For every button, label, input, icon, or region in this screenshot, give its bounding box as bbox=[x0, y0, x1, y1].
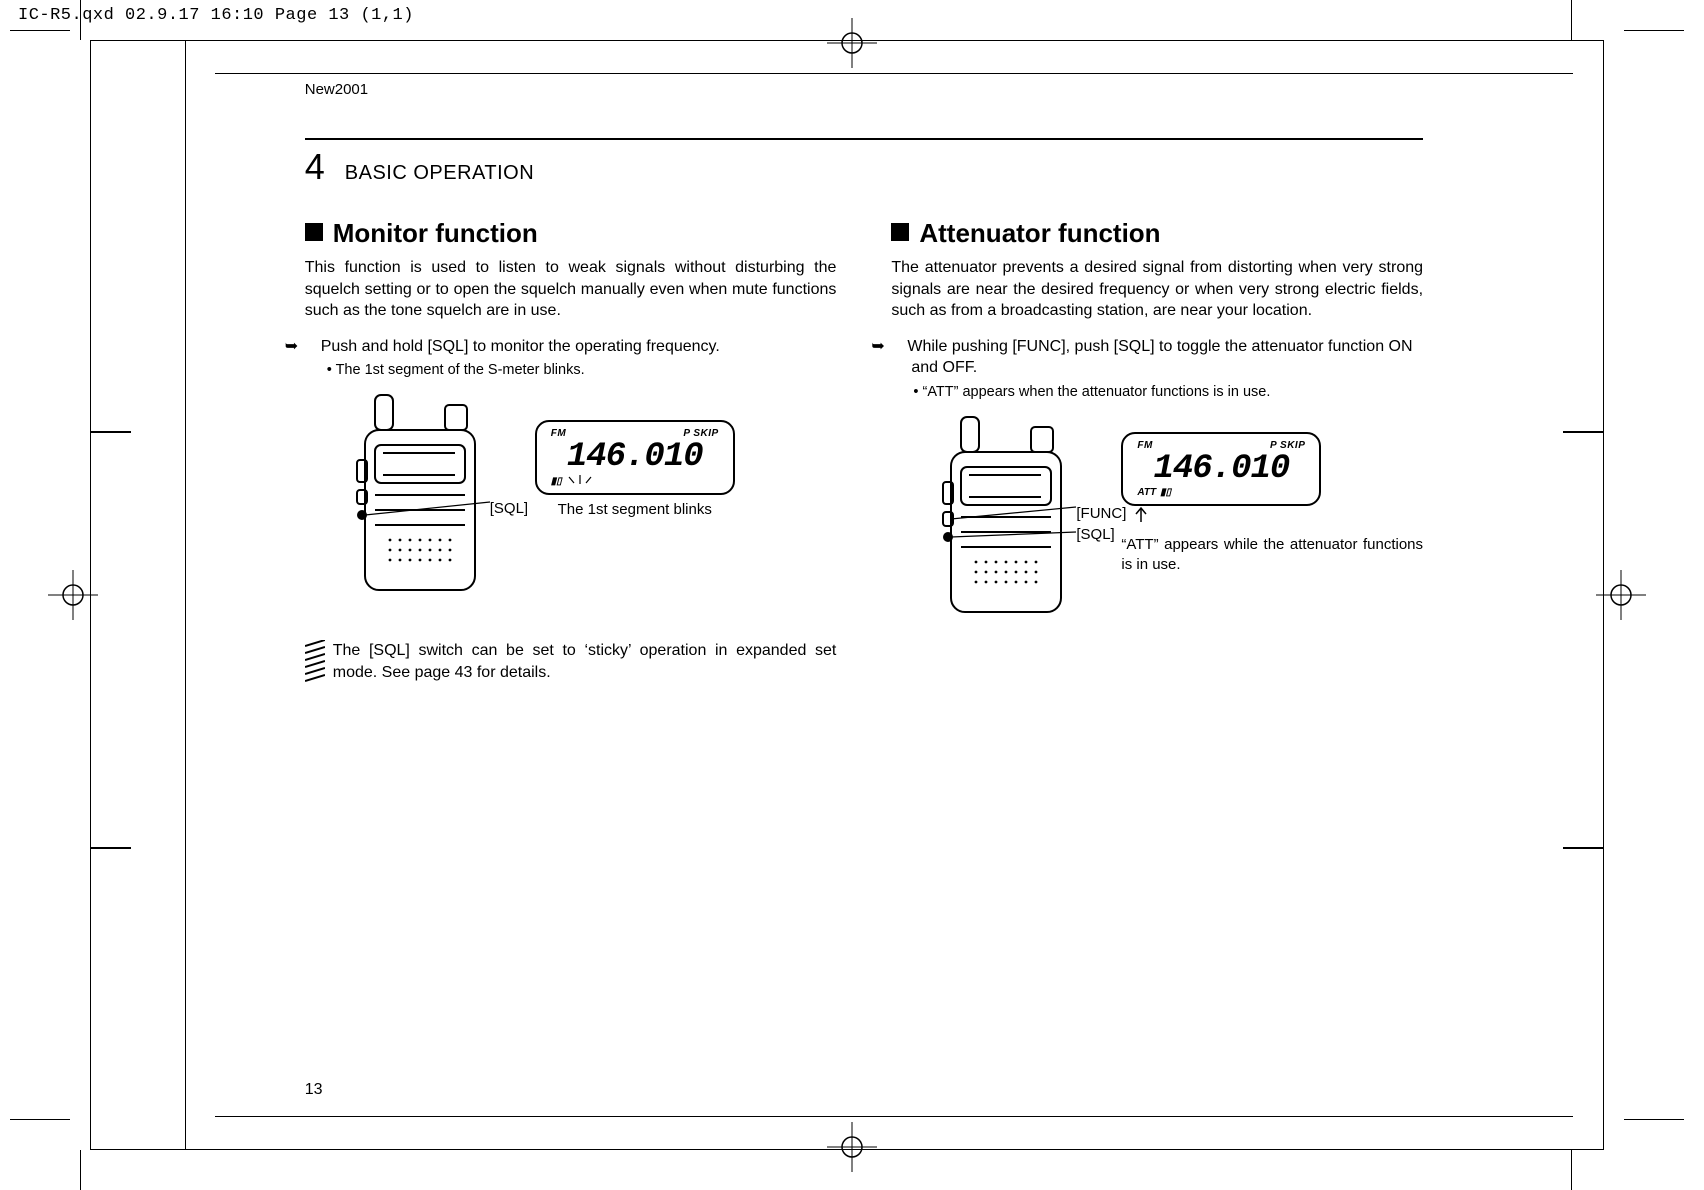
section-heading-text: Monitor function bbox=[333, 218, 538, 248]
lcd-fm-indicator: FM bbox=[551, 428, 566, 439]
section-heading-attenuator: Attenuator function bbox=[891, 218, 1423, 249]
trim-tick bbox=[1563, 847, 1603, 849]
column-right: Attenuator function The attenuator preve… bbox=[891, 218, 1423, 683]
radio-illustration: [SQL] bbox=[335, 390, 515, 622]
step-text: ➥While pushing [FUNC], push [SQL] to tog… bbox=[891, 336, 1423, 379]
crop-mark bbox=[10, 1119, 70, 1160]
fold-line bbox=[185, 41, 186, 1149]
running-head: New2001 bbox=[305, 81, 1423, 98]
page-number: 13 bbox=[305, 1081, 323, 1099]
chapter-title: BASIC OPERATION bbox=[345, 162, 534, 185]
figure-monitor: [SQL] FM P SKIP 146.010 ▮▯ bbox=[335, 390, 837, 622]
lcd-smeter: ▮▯ bbox=[551, 476, 562, 487]
prepress-header: IC-R5.qxd 02.9.17 16:10 Page 13 (1,1) bbox=[18, 6, 414, 25]
crop-mark bbox=[10, 30, 70, 71]
chapter-heading: 4 BASIC OPERATION bbox=[305, 146, 1423, 188]
callout-label-func: [FUNC] bbox=[1076, 505, 1256, 522]
crop-mark bbox=[1624, 30, 1684, 71]
note-hatch-icon bbox=[305, 640, 325, 682]
lcd-display: FM P SKIP 146.010 ▮▯ bbox=[535, 420, 735, 495]
margin-line bbox=[215, 1116, 1573, 1117]
trim-tick bbox=[1563, 431, 1603, 433]
page-frame: New2001 4 BASIC OPERATION Monitor functi… bbox=[90, 40, 1604, 1150]
lcd-frequency: 146.010 bbox=[567, 440, 703, 474]
crop-mark bbox=[1624, 1119, 1684, 1160]
lcd-fm-indicator: FM bbox=[1137, 440, 1152, 451]
column-left: Monitor function This function is used t… bbox=[305, 218, 837, 683]
trim-tick bbox=[91, 431, 131, 433]
lcd-smeter: ▮▯ bbox=[1160, 487, 1171, 498]
margin-line bbox=[215, 73, 1573, 74]
blink-icon bbox=[566, 475, 596, 487]
substep-text: • The 1st segment of the S-meter blinks. bbox=[305, 361, 837, 380]
crop-mark bbox=[80, 0, 121, 40]
lcd-display: FM P SKIP 146.010 ATT ▮▯ bbox=[1121, 432, 1321, 506]
intro-text: This function is used to listen to weak … bbox=[305, 257, 837, 322]
lcd-att-indicator: ATT bbox=[1137, 487, 1156, 498]
lcd-and-caption: FM P SKIP 146.010 ATT ▮▯ “ATT” appears w… bbox=[1121, 432, 1423, 576]
crop-mark bbox=[1571, 0, 1612, 40]
section-bullet-icon bbox=[891, 223, 909, 241]
callout-label-sql: [SQL] bbox=[1076, 526, 1256, 543]
trim-tick bbox=[91, 847, 131, 849]
chapter-number: 4 bbox=[305, 146, 325, 188]
crop-mark bbox=[1571, 1150, 1612, 1190]
lcd-frequency: 146.010 bbox=[1153, 452, 1289, 486]
substep-text: • “ATT” appears when the attenuator func… bbox=[891, 383, 1423, 402]
step-text: ➥Push and hold [SQL] to monitor the oper… bbox=[305, 336, 837, 358]
arrow-icon: ➥ bbox=[891, 336, 907, 358]
arrow-icon: ➥ bbox=[305, 336, 321, 358]
note-text: The [SQL] switch can be set to ‘sticky’ … bbox=[333, 640, 837, 683]
intro-text: The attenuator prevents a desired signal… bbox=[891, 257, 1423, 322]
crop-mark bbox=[80, 1150, 121, 1190]
figure-attenuator: [FUNC] [SQL] FM P SKIP 146.010 ATT bbox=[921, 412, 1423, 661]
section-bullet-icon bbox=[305, 223, 323, 241]
chapter-rule bbox=[305, 138, 1423, 140]
section-heading-monitor: Monitor function bbox=[305, 218, 837, 249]
radio-illustration: [FUNC] [SQL] bbox=[921, 412, 1101, 661]
section-heading-text: Attenuator function bbox=[919, 218, 1160, 248]
callout-label-sql: [SQL] bbox=[490, 500, 670, 517]
note: The [SQL] switch can be set to ‘sticky’ … bbox=[305, 640, 837, 683]
